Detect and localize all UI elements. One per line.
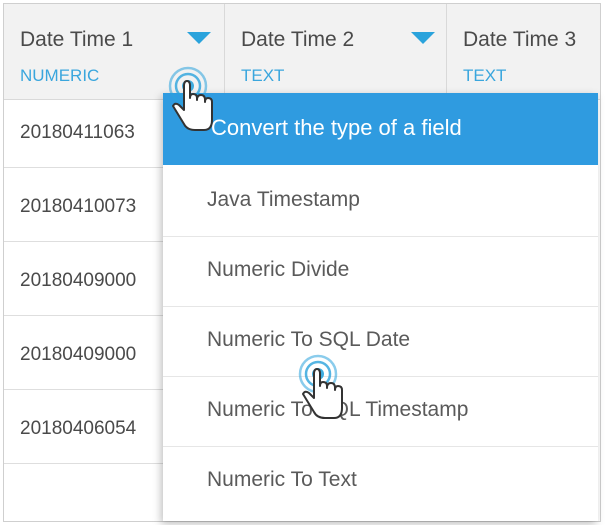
column-type: NUMERIC: [20, 66, 100, 85]
menu-item-label: Numeric Divide: [207, 258, 350, 281]
column-type: TEXT: [241, 66, 285, 85]
menu-item-numeric-to-sql-timestamp[interactable]: Numeric To SQL Timestamp: [163, 377, 598, 447]
menu-item-label: Java Timestamp: [207, 188, 360, 211]
column-header-date-time-3[interactable]: Date Time 3 TEXT: [447, 4, 600, 100]
grid-header: Date Time 1 NUMERIC Date Time 2 TEXT Dat…: [4, 4, 600, 100]
hand-cursor-icon: [298, 354, 343, 419]
cell-value: 20180409000: [20, 270, 137, 291]
column-name: Date Time 2: [241, 28, 355, 51]
menu-item-numeric-divide[interactable]: Numeric Divide: [163, 237, 598, 307]
menu-item-numeric-to-text[interactable]: Numeric To Text: [163, 447, 598, 517]
column-name: Date Time 3: [463, 28, 577, 51]
column-type: TEXT: [463, 66, 507, 85]
hand-cursor-icon: [168, 66, 213, 131]
menu-item-label: Numeric To SQL Date: [207, 328, 411, 351]
menu-item-numeric-to-sql-date[interactable]: Numeric To SQL Date: [163, 307, 598, 377]
menu-item-java-timestamp[interactable]: Java Timestamp: [163, 167, 598, 237]
cell-value: 20180411063: [20, 122, 135, 143]
cell-value: 20180406054: [20, 418, 137, 439]
dropdown-arrow-icon[interactable]: [411, 32, 435, 44]
dropdown-arrow-icon[interactable]: [187, 32, 211, 44]
menu-item-label: Numeric To Text: [207, 468, 357, 491]
column-name: Date Time 1: [20, 28, 134, 51]
menu-header-label: Convert the type of a field: [211, 115, 462, 140]
convert-type-menu: Convert the type of a field Java Timesta…: [163, 93, 598, 521]
cell-value: 20180410073: [20, 196, 137, 217]
cell-value: 20180409000: [20, 344, 137, 365]
menu-header[interactable]: Convert the type of a field: [163, 93, 598, 165]
column-header-date-time-2[interactable]: Date Time 2 TEXT: [225, 4, 447, 100]
